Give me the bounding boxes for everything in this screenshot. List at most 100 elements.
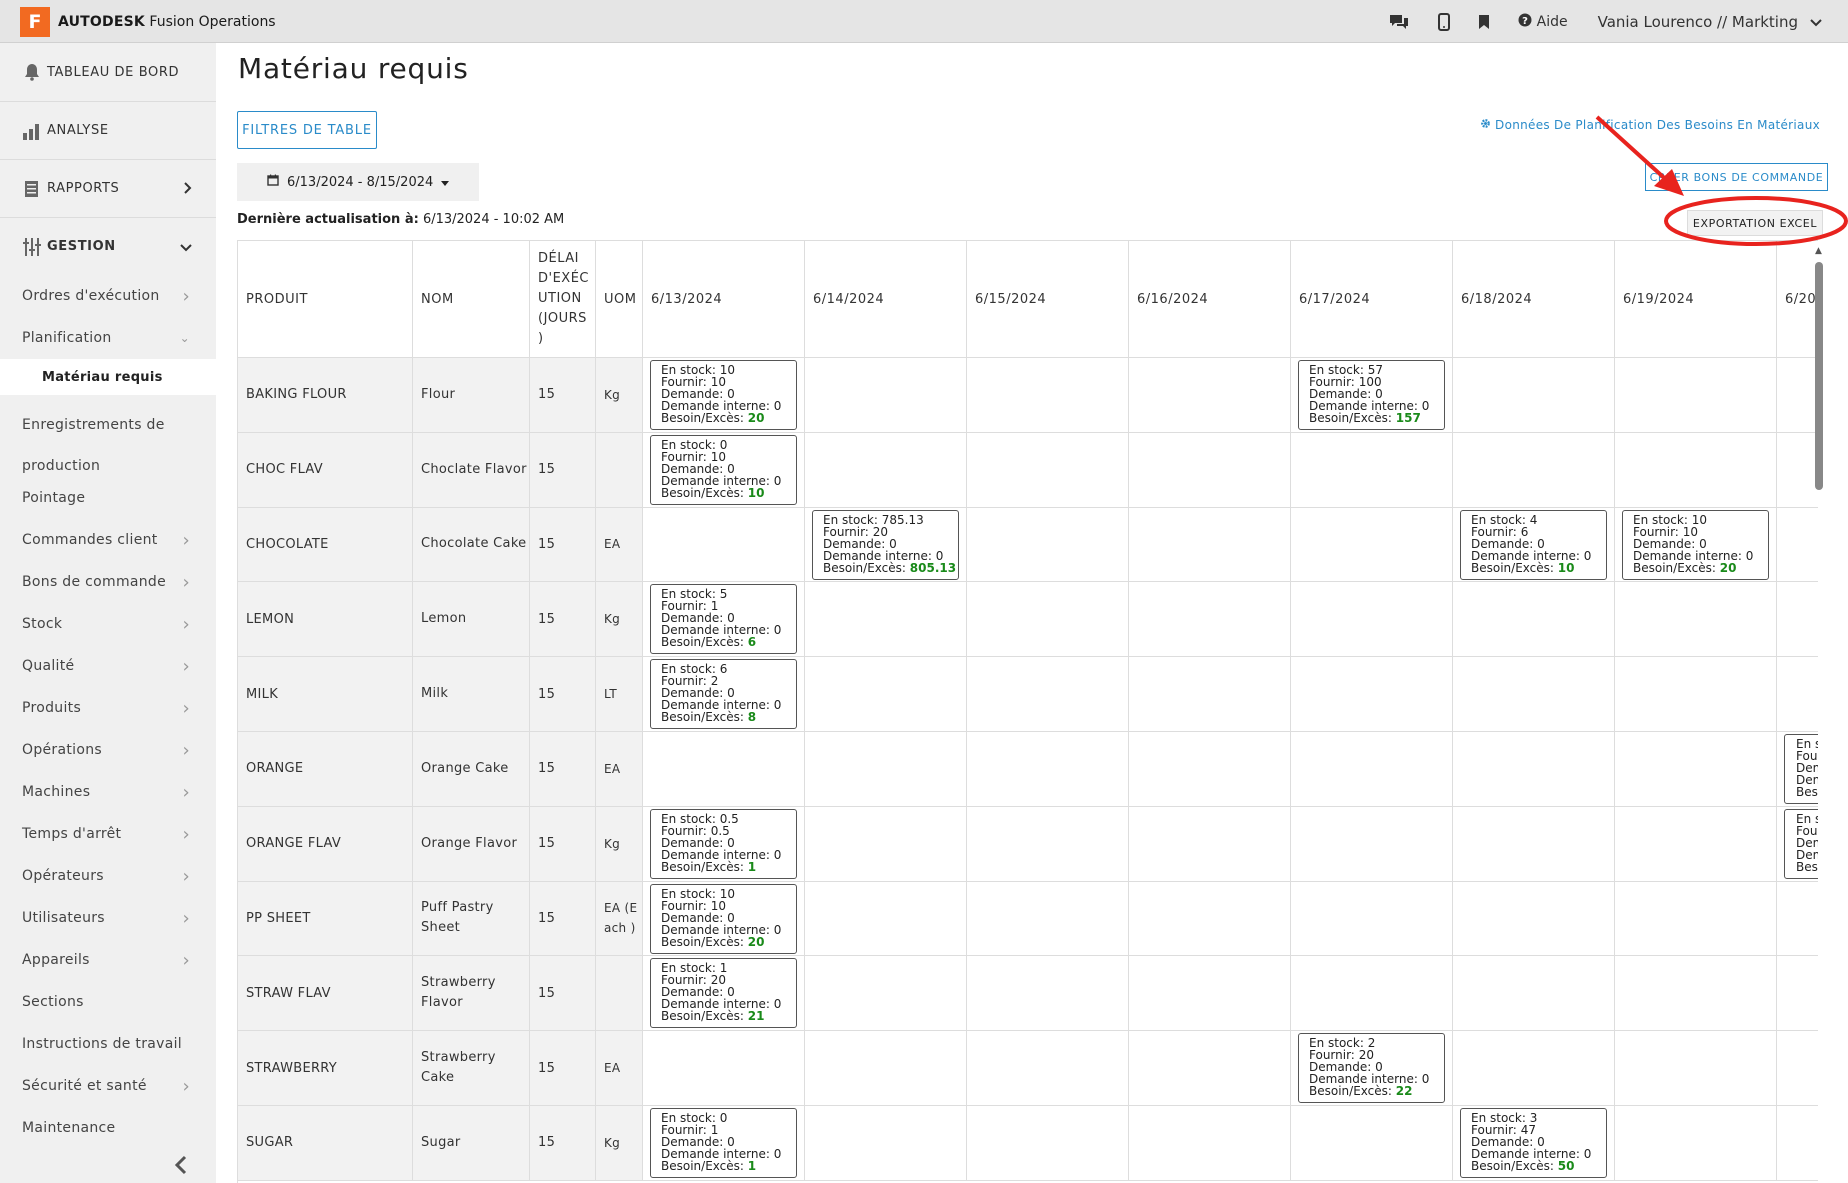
- sidebar-item-label: Sections: [22, 994, 84, 1010]
- sidebar-item-enregistrements-de-production[interactable]: Enregistrements de production: [0, 395, 216, 477]
- sidebar-item-instructions-de-travail[interactable]: Instructions de travail: [0, 1023, 216, 1065]
- date-range-value: 6/13/2024 - 8/15/2024: [287, 174, 434, 190]
- card-value-need: 805.13: [909, 560, 957, 575]
- requirement-card[interactable]: En stock: 3 Fournir: 47 Demande: 0 Demande …: [1460, 1108, 1607, 1178]
- bookmark-icon[interactable]: [1478, 14, 1490, 30]
- table-cell-lead: 15: [530, 1106, 596, 1181]
- table-cell-date: [1777, 956, 1818, 1032]
- card-value-need: 50: [1557, 1159, 1575, 1173]
- requirement-card[interactable]: En stock:Fournir:Demande:Demande interne…: [1784, 808, 1818, 879]
- user-menu[interactable]: Vania Lourenco // Markting: [1598, 13, 1822, 31]
- table-cell-date: [967, 582, 1129, 658]
- card-label-need: Besoin/Excès:: [1796, 785, 1818, 799]
- sidebar-item-ordres-d-execution[interactable]: Ordres d'exécution ›: [0, 275, 216, 317]
- sidebar-item-pointage[interactable]: Pointage: [0, 477, 216, 519]
- sidebar-dashboard[interactable]: TABLEAU DE BORD: [0, 43, 216, 101]
- sidebar-item-planification[interactable]: Planification ⌄: [0, 317, 216, 359]
- sidebar-item-label: Qualité: [22, 658, 75, 674]
- table-cell-date: [1615, 582, 1777, 658]
- sidebar-reports[interactable]: RAPPORTS: [0, 159, 216, 217]
- date-range-picker[interactable]: 6/13/2024 - 8/15/2024: [237, 163, 479, 201]
- sidebar-item-appareils[interactable]: Appareils ›: [0, 939, 216, 981]
- sidebar-item-qualite[interactable]: Qualité ›: [0, 645, 216, 687]
- table-cell-date: [1291, 881, 1453, 957]
- requirement-card[interactable]: En stock: 4 Fournir: 6 Demande: 0 Demande i…: [1460, 509, 1607, 580]
- requirement-card[interactable]: En stock: 57 Fournir: 100 Demande: 0 Demand…: [1298, 360, 1445, 430]
- requirement-card[interactable]: En stock: 0 Fournir: 1 Demande: 0 Demande i…: [650, 1108, 797, 1178]
- requirement-card[interactable]: En stock: 10 Fournir: 10 Demande: 0 Demande…: [650, 883, 797, 954]
- table-cell-uom: LT: [596, 657, 643, 732]
- sidebar-item-operateurs[interactable]: Opérateurs ›: [0, 855, 216, 897]
- sidebar-item-utilisateurs[interactable]: Utilisateurs ›: [0, 897, 216, 939]
- table-cell-date: [805, 657, 967, 732]
- help-link[interactable]: ? Aide: [1518, 13, 1568, 31]
- chevron-right-icon: ›: [182, 613, 190, 635]
- sidebar-item-machines[interactable]: Machines ›: [0, 771, 216, 813]
- header-lead-time: DÉLAI D'EXÉC UTION (JOURS ): [530, 241, 596, 358]
- table-cell-date: [967, 507, 1129, 583]
- requirement-card[interactable]: En stock: 2 Fournir: 20 Demande: 0 Demande …: [1298, 1033, 1445, 1104]
- sidebar-item-commandes-client[interactable]: Commandes client ›: [0, 519, 216, 561]
- requirement-card[interactable]: En stock: 785.13 Fournir: 20 Demande: 0 Dem…: [812, 509, 959, 580]
- card-line-need: Besoin/Excès: 157: [1309, 412, 1434, 424]
- requirement-card[interactable]: En stock: 5 Fournir: 1 Demande: 0 Demande i…: [650, 584, 797, 655]
- table-cell-product: ORANGE FLAV: [238, 806, 413, 882]
- excel-export-button[interactable]: EXPORTATION EXCEL: [1687, 210, 1823, 236]
- table-cell-product: LEMON: [238, 582, 413, 658]
- card-value-internal: 0: [773, 997, 782, 1012]
- table-cell-date: [1291, 582, 1453, 658]
- brand-name: AUTODESK: [58, 14, 145, 30]
- sidebar-analysis[interactable]: ANALYSE: [0, 101, 216, 159]
- requirement-card[interactable]: En stock:Fournir:Demande:Demande interne…: [1784, 734, 1818, 804]
- sidebar-management[interactable]: GESTION: [0, 217, 216, 275]
- table-cell-date: [1615, 432, 1777, 508]
- table-cell-date: [1129, 432, 1291, 508]
- sidebar-item-bons-de-commande[interactable]: Bons de commande ›: [0, 561, 216, 603]
- table-cell-date: [1777, 358, 1818, 433]
- sidebar-item-maintenance[interactable]: Maintenance: [0, 1107, 216, 1149]
- requirement-card[interactable]: En stock: 1 Fournir: 20 Demande: 0 Demande …: [650, 958, 797, 1029]
- sidebar-item-operations[interactable]: Opérations ›: [0, 729, 216, 771]
- card-line-need: Besoin/Excès: 805.13: [823, 562, 956, 574]
- table-cell-date: [967, 657, 1129, 732]
- collapse-sidebar-icon[interactable]: [174, 1155, 188, 1181]
- mobile-icon[interactable]: [1437, 12, 1450, 31]
- sidebar-item-label: Opérations: [22, 742, 102, 758]
- header-product: PRODUIT: [238, 241, 413, 358]
- requirement-card[interactable]: En stock: 0.5 Fournir: 0.5 Demande: 0 Deman…: [650, 808, 797, 879]
- table-filters-button[interactable]: FILTRES DE TABLE: [237, 111, 377, 149]
- requirement-card[interactable]: En stock: 10 Fournir: 10 Demande: 0 Demande…: [650, 360, 797, 430]
- sidebar-item-label: Bons de commande: [22, 574, 167, 590]
- create-purchase-orders-button[interactable]: CRÉER BONS DE COMMANDE: [1645, 163, 1828, 191]
- sidebar-item-stock[interactable]: Stock ›: [0, 603, 216, 645]
- card-value-stock: 6: [719, 662, 728, 677]
- requirement-card[interactable]: En stock: 6 Fournir: 2 Demande: 0 Demande i…: [650, 659, 797, 730]
- table-cell-product: STRAWBERRY: [238, 1031, 413, 1106]
- table-cell-name: Strawberry Flavor: [413, 956, 530, 1032]
- sidebar-item-sections[interactable]: Sections: [0, 981, 216, 1023]
- card-value-internal: 0: [773, 698, 782, 713]
- table-cell-date: [1453, 806, 1615, 882]
- brand[interactable]: F AUTODESK Fusion Operations: [20, 7, 276, 37]
- requirement-card[interactable]: En stock: 0 Fournir: 10 Demande: 0 Demande …: [650, 434, 797, 505]
- sidebar-item-temps-d-arret[interactable]: Temps d'arrêt ›: [0, 813, 216, 855]
- table-cell-uom: [596, 432, 643, 508]
- card-value-need: 20: [747, 934, 765, 949]
- table-cell-date: [1615, 956, 1777, 1032]
- table-cell-date: [967, 732, 1129, 807]
- sidebar-item-securite-et-sante[interactable]: Sécurité et santé ›: [0, 1065, 216, 1107]
- table-cell-lead: 15: [530, 806, 596, 882]
- sidebar-item-materiau-requis[interactable]: Matériau requis: [0, 359, 216, 395]
- table-cell-name: Milk: [413, 657, 530, 732]
- mrp-data-link[interactable]: Données De Planification Des Besoins En …: [1480, 118, 1820, 132]
- requirement-card[interactable]: En stock: 10 Fournir: 10 Demande: 0 Demande…: [1622, 509, 1769, 580]
- scroll-up-arrow-icon[interactable]: ▲: [1815, 246, 1822, 256]
- vertical-scrollbar[interactable]: [1815, 262, 1823, 490]
- chevron-right-icon: [184, 180, 192, 198]
- sidebar-item-produits[interactable]: Produits ›: [0, 687, 216, 729]
- table-cell-date: [1453, 881, 1615, 957]
- card-value-need: 20: [747, 411, 765, 425]
- card-line-need: Besoin/Excès: 1: [661, 861, 786, 873]
- sidebar-item-label: Maintenance: [22, 1120, 116, 1136]
- chat-icon[interactable]: [1388, 13, 1410, 31]
